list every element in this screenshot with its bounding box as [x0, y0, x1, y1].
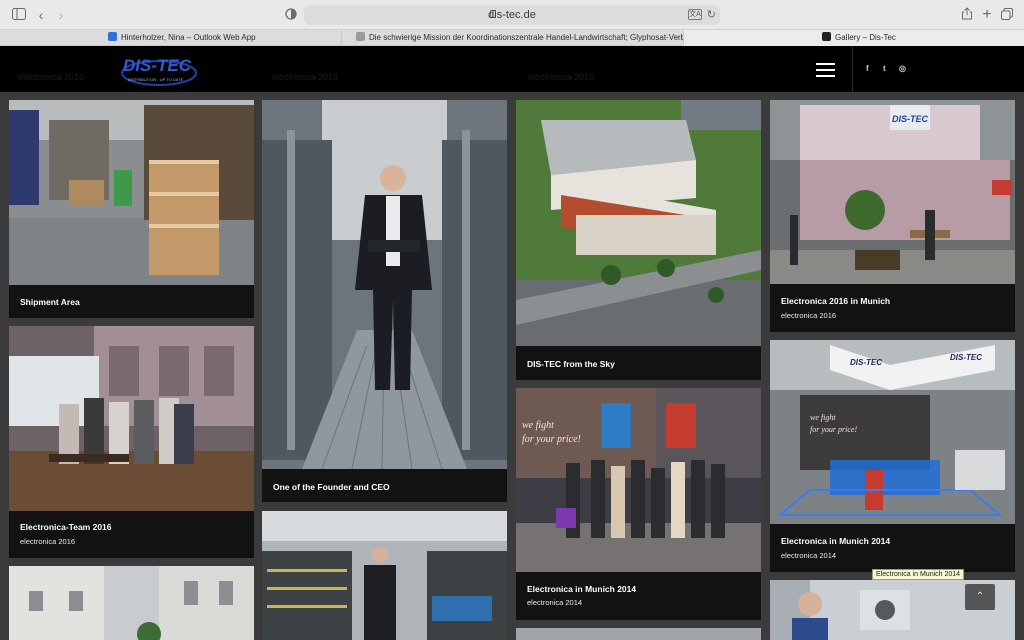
- warehouse-photo: [9, 100, 254, 285]
- card-caption: DIS-TEC from the Sky: [527, 359, 615, 369]
- new-tab-icon[interactable]: +: [976, 6, 998, 24]
- founder-photo: [262, 100, 507, 469]
- facebook-icon[interactable]: f: [866, 64, 869, 73]
- tab-bar: Hinterholzer, Nina – Outlook Web App Die…: [0, 30, 1024, 46]
- address-bar[interactable]: dis-tec.de 文A ↻: [304, 5, 720, 25]
- gallery-card-founder[interactable]: One of the Founder and CEO: [262, 100, 507, 502]
- svg-text:DIS-TEC: DIS-TEC: [850, 358, 882, 367]
- card-caption: One of the Founder and CEO: [273, 482, 390, 492]
- aerial-photo: [516, 100, 761, 346]
- next-photo: [516, 628, 761, 640]
- forward-icon[interactable]: ›: [50, 6, 72, 24]
- tab-overview-icon[interactable]: [996, 6, 1018, 24]
- tab-outlook[interactable]: Hinterholzer, Nina – Outlook Web App: [0, 30, 342, 46]
- tab-article[interactable]: Die schwierige Mission der Koordinations…: [342, 30, 684, 46]
- booth-photo: DIS-TEC DIS-TEC we fight for your price!: [770, 340, 1015, 524]
- svg-text:for your price!: for your price!: [522, 434, 581, 445]
- site-header: DIS-TEC DISTRIBUTION · UP TO DATE electr…: [0, 46, 1024, 92]
- hamburger-menu-icon[interactable]: [814, 62, 838, 78]
- tab-title: Hinterholzer, Nina – Outlook Web App: [121, 33, 256, 42]
- card-caption: Electronica in Munich 2014: [527, 584, 637, 594]
- twitter-icon[interactable]: t: [883, 64, 886, 73]
- privacy-shield-icon[interactable]: [280, 6, 302, 24]
- back-icon[interactable]: ‹: [30, 6, 52, 24]
- instagram-icon[interactable]: ◎: [899, 64, 906, 73]
- svg-text:DIS-TEC: DIS-TEC: [892, 114, 929, 124]
- gallery-card-electronica-2016[interactable]: DIS-TEC Electronica 2016 in Munich elect…: [770, 100, 1015, 332]
- svg-text:DIS-TEC: DIS-TEC: [123, 56, 192, 75]
- translate-icon[interactable]: 文A: [688, 9, 702, 20]
- outlook-favicon-icon: [108, 32, 117, 41]
- svg-text:we fight: we fight: [810, 413, 836, 422]
- svg-text:we fight: we fight: [522, 420, 554, 431]
- gallery-card-shipment[interactable]: Shipment Area: [9, 100, 254, 318]
- gallery-card-munich-2014-team[interactable]: we fight for your price! Electronica in …: [516, 388, 761, 620]
- sidebar-toggle-icon[interactable]: [8, 6, 30, 24]
- address-url: dis-tec.de: [488, 9, 536, 21]
- svg-text:for your price!: for your price!: [810, 425, 857, 434]
- gallery-card-next[interactable]: [516, 628, 761, 640]
- gallery-card-munich-2014-booth[interactable]: DIS-TEC DIS-TEC we fight for your price!…: [770, 340, 1015, 572]
- gallery-card-shelves[interactable]: [262, 511, 507, 640]
- reload-icon[interactable]: ↻: [707, 8, 716, 21]
- browser-toolbar: ‹ › dis-tec.de 文A ↻ +: [0, 0, 1024, 30]
- card-caption: Electronica 2016 in Munich: [781, 296, 891, 306]
- card-caption: Electronica in Munich 2014: [781, 536, 891, 546]
- tab-title: Die schwierige Mission der Koordinations…: [369, 33, 683, 42]
- distec-favicon-icon: [822, 32, 831, 41]
- tab-title: Gallery – Dis-Tec: [835, 33, 896, 42]
- distec-logo[interactable]: DIS-TEC DISTRIBUTION · UP TO DATE: [120, 51, 198, 87]
- expo-hall-photo: DIS-TEC: [770, 100, 1015, 284]
- header-divider: [852, 46, 853, 92]
- card-subcaption: electronica 2014: [781, 551, 837, 560]
- shelves-photo: [262, 511, 507, 640]
- card-caption: Electronica-Team 2016: [20, 522, 112, 532]
- card-subcaption: electronica 2014: [527, 598, 583, 607]
- ghost-label: electronica 2016: [528, 72, 595, 82]
- team-photo: [9, 326, 254, 511]
- building-photo: [9, 566, 254, 640]
- card-caption: Shipment Area: [20, 297, 80, 307]
- gallery-card-sky[interactable]: DIS-TEC from the Sky: [516, 100, 761, 380]
- ghost-label: electronica 2018: [272, 72, 339, 82]
- tooltip: Electronica in Munich 2014: [872, 569, 965, 580]
- card-subcaption: electronica 2016: [781, 311, 837, 320]
- gallery-card-building[interactable]: [9, 566, 254, 640]
- svg-text:DISTRIBUTION · UP TO DATE: DISTRIBUTION · UP TO DATE: [128, 77, 184, 82]
- ghost-label: electronica 2016: [18, 72, 85, 82]
- tab-gallery[interactable]: Gallery – Dis-Tec: [684, 30, 1024, 46]
- scroll-to-top-button[interactable]: ⌃: [965, 584, 995, 610]
- svg-text:DIS-TEC: DIS-TEC: [950, 353, 982, 362]
- card-subcaption: electronica 2016: [20, 537, 76, 546]
- share-icon[interactable]: [956, 6, 978, 24]
- gallery-card-team-2016[interactable]: Electronica-Team 2016 electronica 2016: [9, 326, 254, 558]
- booth-team-photo: we fight for your price!: [516, 388, 761, 572]
- article-favicon-icon: [356, 32, 365, 41]
